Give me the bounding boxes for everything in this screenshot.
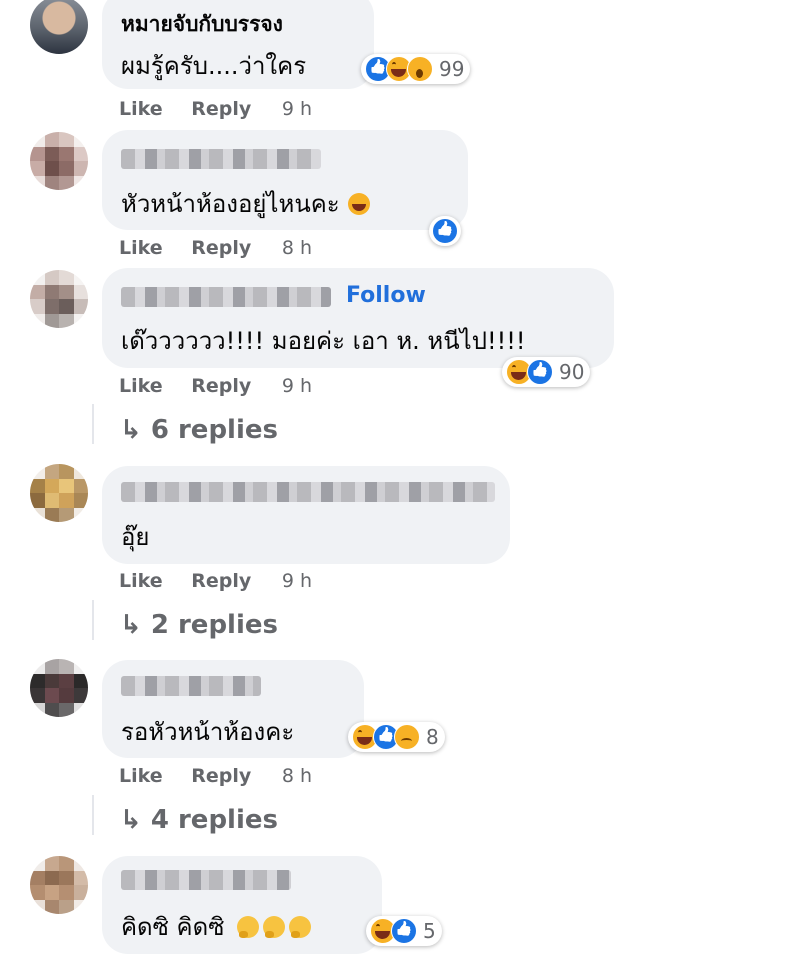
- thread-line: [92, 600, 94, 640]
- like-button[interactable]: Like: [119, 765, 163, 787]
- reaction-count: 99: [439, 57, 465, 81]
- thread-line: [92, 795, 94, 835]
- follow-button[interactable]: Follow: [346, 283, 426, 308]
- thinking-emoji: [236, 916, 259, 938]
- like-button[interactable]: Like: [119, 237, 163, 259]
- timestamp: 8 h: [281, 765, 313, 787]
- reaction-summary[interactable]: 8: [348, 722, 445, 752]
- avatar[interactable]: [30, 659, 88, 717]
- comment-actions: Like Reply 9 h: [119, 98, 312, 120]
- thinking-emoji: [288, 916, 311, 938]
- comment-text: รอหัวหน้าห้องคะ: [121, 718, 295, 746]
- thread-line: [92, 404, 94, 444]
- reaction-count: 90: [559, 360, 585, 384]
- timestamp: 8 h: [281, 237, 313, 259]
- view-replies-link[interactable]: ↳ 2 replies: [120, 610, 278, 640]
- reaction-summary[interactable]: 5: [366, 916, 442, 946]
- timestamp: 9 h: [281, 98, 313, 120]
- blurred-commenter-name: [121, 287, 331, 307]
- avatar[interactable]: [30, 464, 88, 522]
- comment-actions: Like Reply 8 h: [119, 237, 312, 259]
- avatar[interactable]: [30, 0, 88, 54]
- reply-button[interactable]: Reply: [191, 98, 251, 120]
- like-icon: [432, 218, 458, 244]
- reaction-count: 8: [426, 725, 439, 749]
- thinking-emoji: [262, 916, 285, 938]
- sad-icon: [394, 724, 420, 750]
- reaction-count: 5: [423, 919, 436, 943]
- comment-text: อุ๊ย: [121, 523, 150, 551]
- like-button[interactable]: Like: [119, 375, 163, 397]
- avatar[interactable]: [30, 856, 88, 914]
- comment-actions: Like Reply 9 h: [119, 375, 312, 397]
- reply-button[interactable]: Reply: [191, 570, 251, 592]
- reply-button[interactable]: Reply: [191, 375, 251, 397]
- like-button[interactable]: Like: [119, 570, 163, 592]
- commenter-name[interactable]: หมายจับกับบรรจง: [121, 8, 283, 41]
- blurred-commenter-name: [121, 870, 291, 890]
- comment-text: คิดซิ คิดซิ: [121, 907, 311, 946]
- reply-button[interactable]: Reply: [191, 237, 251, 259]
- comment-text: หัวหน้าห้องอยู่ไหนคะ: [121, 184, 370, 223]
- timestamp: 9 h: [281, 375, 313, 397]
- timestamp: 9 h: [281, 570, 313, 592]
- comment-text: เด๊วววววว!!!! มอยค่ะ เอา ห. หนีไป!!!!: [121, 327, 526, 355]
- like-button[interactable]: Like: [119, 98, 163, 120]
- reaction-summary[interactable]: 90: [502, 357, 591, 387]
- avatar[interactable]: [30, 132, 88, 190]
- avatar[interactable]: [30, 270, 88, 328]
- reaction-summary[interactable]: [429, 216, 461, 246]
- comment-actions: Like Reply 9 h: [119, 570, 312, 592]
- comment-text: ผมรู้ครับ....ว่าใคร: [121, 52, 307, 80]
- reply-button[interactable]: Reply: [191, 765, 251, 787]
- wow-icon: [407, 56, 433, 82]
- reaction-summary[interactable]: 99: [361, 54, 471, 84]
- view-replies-link[interactable]: ↳ 6 replies: [120, 415, 278, 445]
- blurred-commenter-name: [121, 149, 321, 169]
- blurred-commenter-name: [121, 482, 495, 502]
- like-icon: [391, 918, 417, 944]
- view-replies-link[interactable]: ↳ 4 replies: [120, 805, 278, 835]
- comment-bubble: [102, 466, 510, 564]
- laughing-emoji: [347, 193, 370, 215]
- blurred-commenter-name: [121, 676, 261, 696]
- comment-actions: Like Reply 8 h: [119, 765, 312, 787]
- like-icon: [527, 359, 553, 385]
